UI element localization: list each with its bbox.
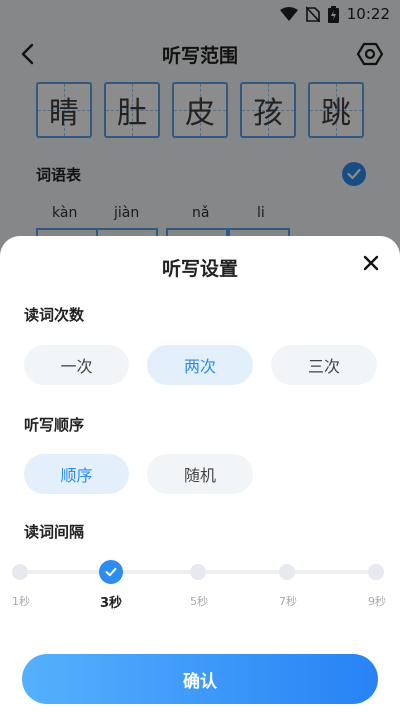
slider-stop[interactable]: [12, 564, 28, 580]
interval-tick-label: 9秒: [368, 595, 386, 608]
order-label: 听写顺序: [24, 416, 85, 434]
interval-tick-label: 5秒: [190, 595, 208, 608]
dictation-settings-sheet: 听写设置 读词次数 一次 两次 三次 听写顺序 顺序 随机 读词间隔 1秒 3秒…: [0, 236, 400, 712]
read-count-thrice-button[interactable]: 三次: [271, 345, 377, 385]
confirm-button[interactable]: 确认: [22, 654, 378, 704]
sheet-title: 听写设置: [161, 258, 238, 280]
order-sequential-button[interactable]: 顺序: [24, 454, 129, 494]
slider-stop[interactable]: [368, 564, 384, 580]
interval-tick-label-selected: 3秒: [99, 596, 123, 611]
read-count-once-button[interactable]: 一次: [24, 345, 129, 385]
interval-tick-label: 1秒: [12, 595, 30, 608]
close-icon: [363, 255, 379, 271]
read-count-twice-button[interactable]: 两次: [147, 345, 253, 385]
slider-stop[interactable]: [279, 564, 295, 580]
read-count-label: 读词次数: [24, 306, 85, 324]
interval-tick-label: 7秒: [279, 595, 297, 608]
order-random-button[interactable]: 随机: [147, 454, 253, 494]
check-icon: [105, 567, 117, 577]
close-button[interactable]: [358, 250, 384, 276]
interval-slider-thumb[interactable]: [99, 560, 123, 584]
slider-stop[interactable]: [190, 564, 206, 580]
interval-label: 读词间隔: [24, 523, 85, 541]
